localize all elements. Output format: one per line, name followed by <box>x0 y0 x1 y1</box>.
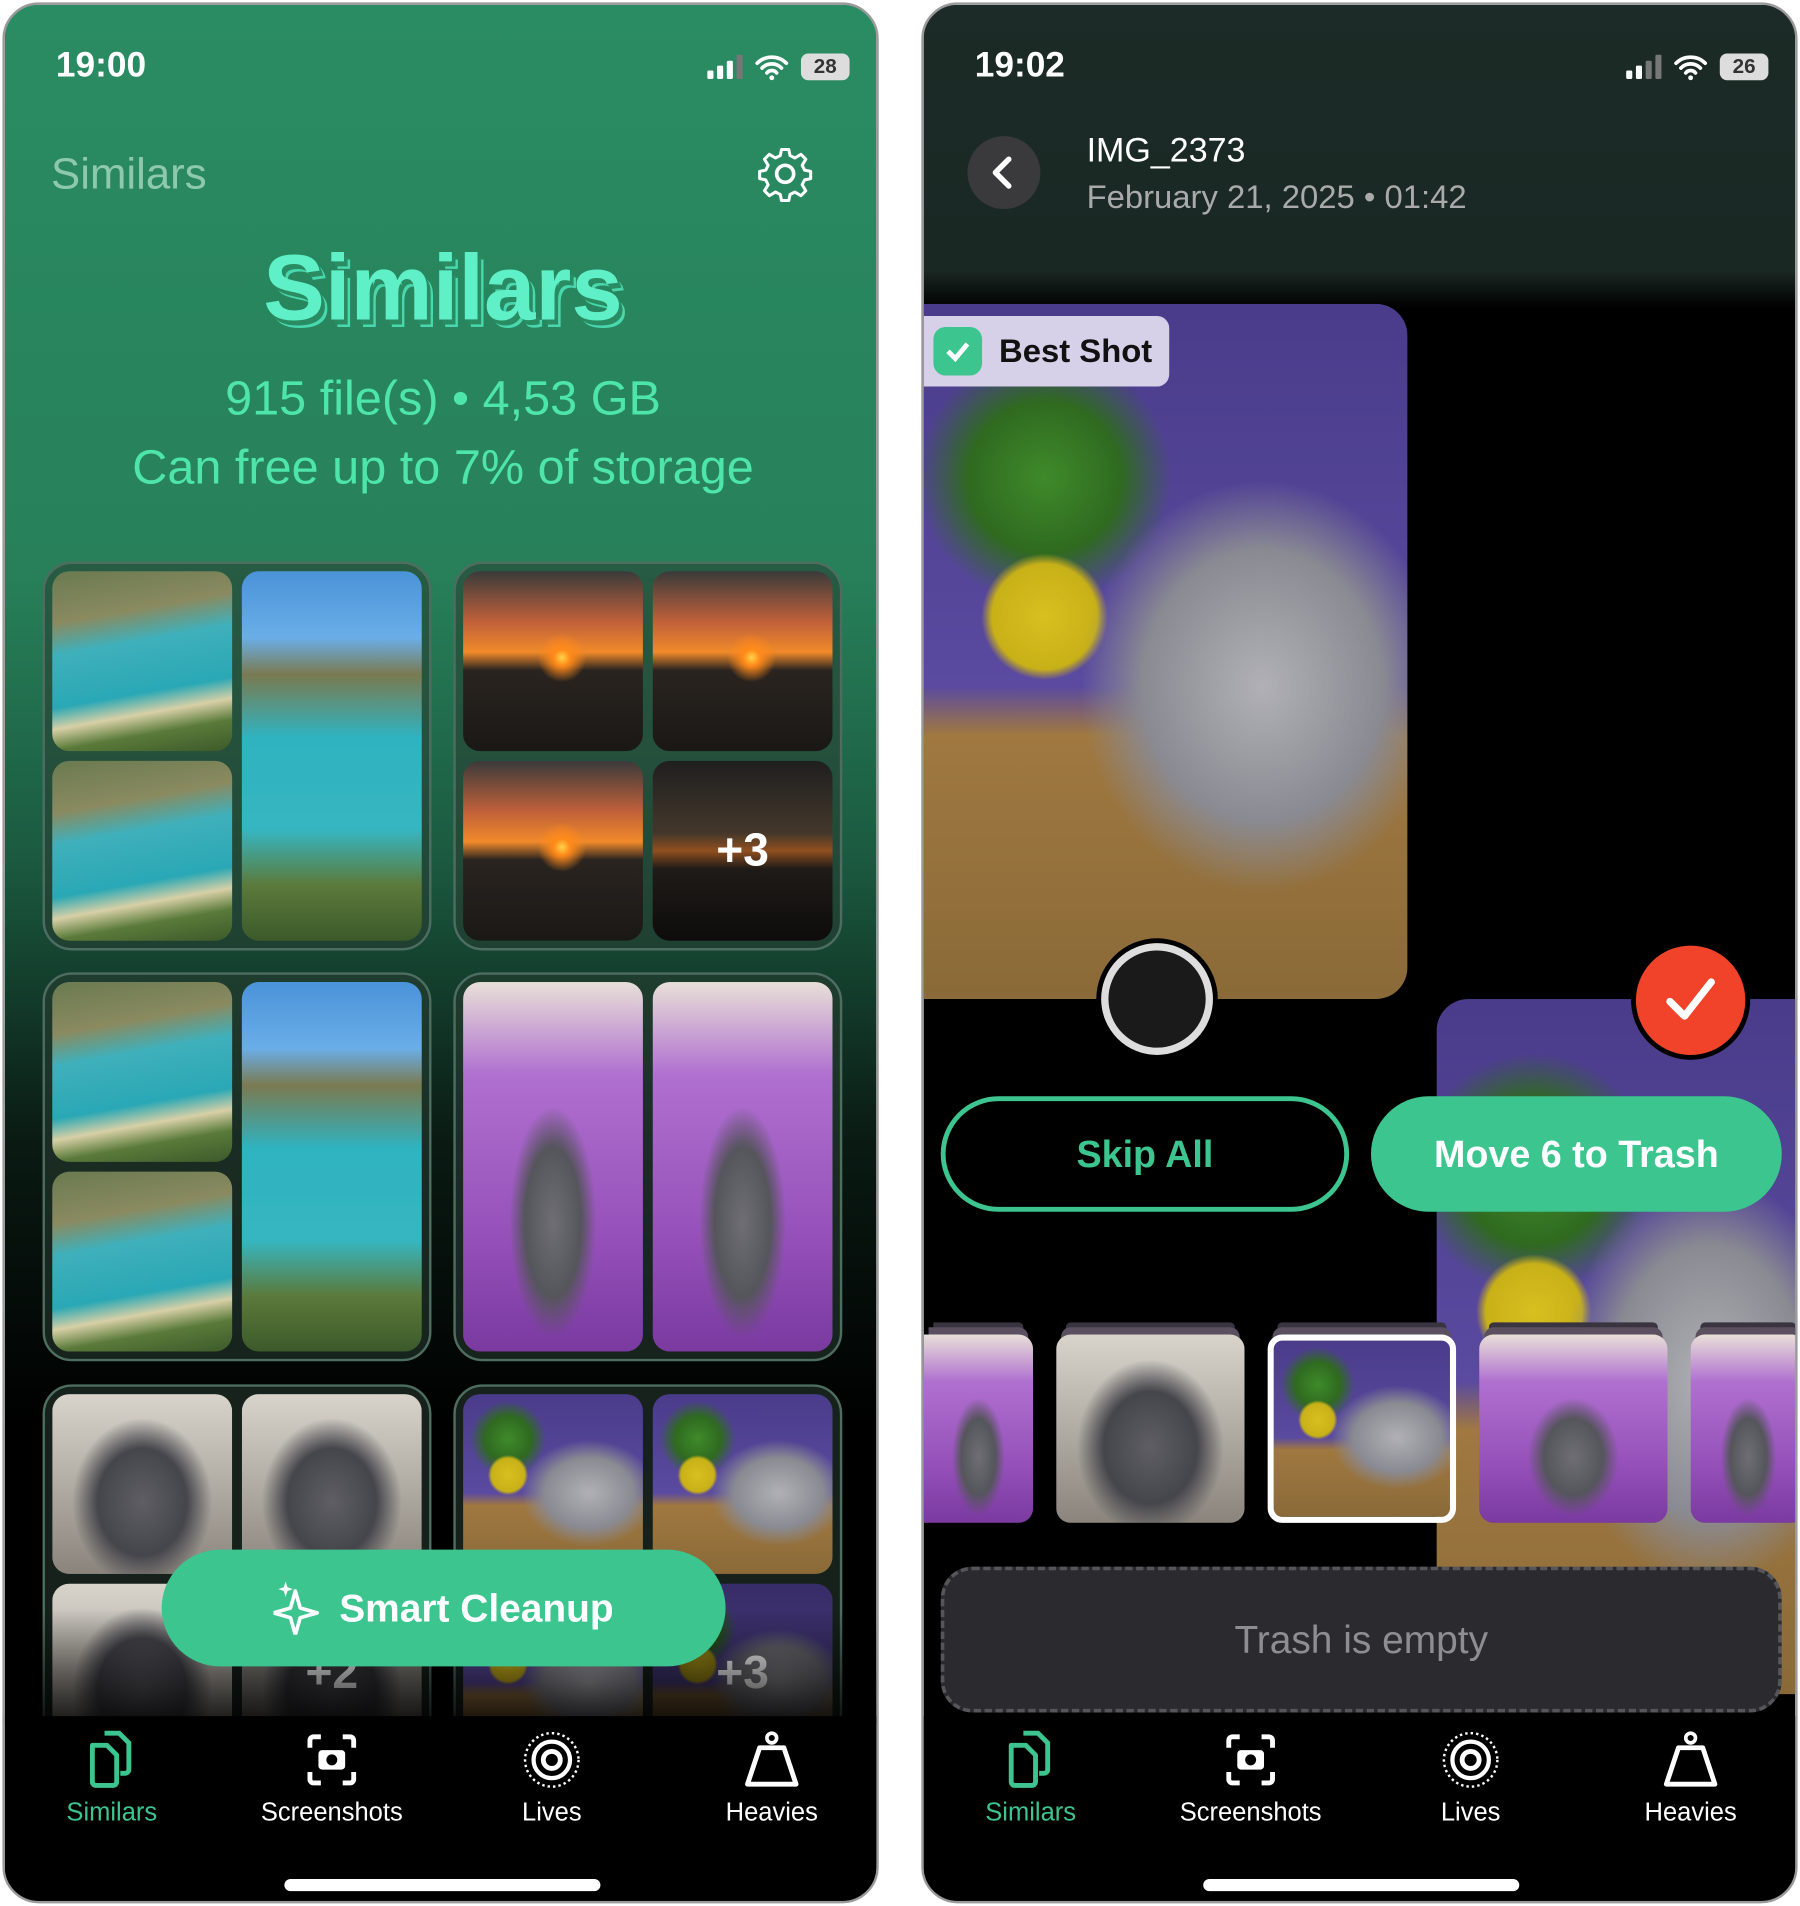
checkmark-icon <box>1666 978 1715 1020</box>
screenshot-icon <box>1226 1734 1275 1786</box>
battery-icon: 28 <box>800 53 850 81</box>
tab-bar: Similars Screenshots Lives Heavies <box>4 1716 877 1901</box>
wifi-icon <box>755 55 789 81</box>
photo-thumbnail <box>52 571 233 752</box>
tab-similars[interactable]: Similars <box>5 1728 221 1828</box>
home-indicator[interactable] <box>1203 1879 1520 1892</box>
group-thumbnail[interactable] <box>1056 1334 1245 1523</box>
tab-bar: Similars Screenshots Lives Heavies <box>923 1716 1796 1901</box>
chevron-left-icon <box>992 156 1012 189</box>
photo-thumbnail <box>652 982 833 1352</box>
group-thumbnail[interactable] <box>1690 1334 1796 1523</box>
smart-cleanup-button[interactable]: Smart Cleanup <box>161 1549 726 1667</box>
select-toggle-unchecked[interactable] <box>1101 943 1213 1055</box>
more-count: +3 <box>652 760 833 941</box>
group-card[interactable]: +3 <box>453 561 843 951</box>
tab-lives[interactable]: Lives <box>442 1728 661 1828</box>
similars-icon <box>89 1730 132 1788</box>
select-toggle-checked[interactable] <box>1631 940 1751 1060</box>
summary-text: 915 file(s) • 4,53 GB <box>225 371 661 426</box>
tab-screenshots[interactable]: Screenshots <box>1141 1728 1360 1828</box>
group-card[interactable] <box>453 972 843 1362</box>
group-card[interactable] <box>42 561 432 951</box>
group-detail-screen: 19:02 26 IMG_2373 February 21, 2025 • 01… <box>921 2 1798 1904</box>
photo-thumbnail <box>241 571 422 941</box>
live-photo-icon <box>523 1731 580 1788</box>
weight-icon <box>1663 1731 1718 1787</box>
photo-thumbnail <box>652 571 833 752</box>
photo-thumbnail <box>463 571 643 752</box>
skip-all-button[interactable]: Skip All <box>940 1096 1350 1212</box>
photo-thumbnail <box>52 1171 233 1352</box>
photo-thumbnail <box>241 1394 422 1574</box>
group-thumbnail[interactable] <box>923 1334 1034 1523</box>
photo-thumbnail <box>52 982 233 1162</box>
photo-thumbnail: +3 <box>652 760 833 941</box>
gear-icon[interactable] <box>756 145 814 203</box>
tab-similars[interactable]: Similars <box>924 1728 1140 1828</box>
weight-icon <box>745 1731 799 1787</box>
move-to-trash-button[interactable]: Move 6 to Trash <box>1370 1096 1782 1212</box>
photo-thumbnail <box>52 1394 233 1574</box>
status-icons: 28 <box>707 53 850 81</box>
signal-icon <box>1626 54 1662 80</box>
tab-heavies[interactable]: Heavies <box>662 1728 876 1828</box>
signal-icon <box>707 54 743 80</box>
photo-thumbnail <box>241 982 422 1352</box>
screenshot-icon <box>307 1734 357 1786</box>
photo-thumbnail <box>463 1394 643 1574</box>
photo-thumbnail <box>463 760 643 941</box>
verified-check-icon <box>933 326 983 376</box>
sparkle-icon <box>273 1581 320 1635</box>
photo-thumbnail <box>52 760 233 941</box>
best-shot-badge: Best Shot <box>923 316 1170 387</box>
live-photo-icon <box>1442 1731 1499 1788</box>
status-time: 19:00 <box>55 46 147 86</box>
tab-heavies[interactable]: Heavies <box>1581 1728 1795 1828</box>
group-thumbnail[interactable] <box>1479 1334 1668 1523</box>
home-indicator[interactable] <box>284 1879 601 1892</box>
photo-thumbnail <box>463 982 643 1352</box>
back-button[interactable] <box>967 136 1041 210</box>
status-icons: 26 <box>1626 53 1769 81</box>
file-date: February 21, 2025 • 01:42 <box>1086 178 1467 216</box>
smart-cleanup-label: Smart Cleanup <box>339 1585 614 1630</box>
battery-icon: 26 <box>1719 53 1769 81</box>
nav-title: Similars <box>51 148 207 199</box>
similars-screen: 19:00 28 Similars Similars 915 file(s) •… <box>2 2 879 1904</box>
photo-thumbnail <box>652 1394 833 1574</box>
group-card[interactable] <box>42 972 432 1362</box>
similars-icon <box>1008 1730 1051 1788</box>
photo-preview-best[interactable] <box>923 303 1408 1000</box>
savings-text: Can free up to 7% of storage <box>132 441 754 495</box>
file-name: IMG_2373 <box>1086 131 1246 169</box>
trash-drop-zone[interactable]: Trash is empty <box>940 1566 1782 1713</box>
hero-title: Similars <box>263 237 623 341</box>
tab-lives[interactable]: Lives <box>1361 1728 1580 1828</box>
wifi-icon <box>1674 55 1708 81</box>
status-time: 19:02 <box>974 46 1065 86</box>
group-thumbnail-current[interactable] <box>1267 1334 1457 1523</box>
tab-screenshots[interactable]: Screenshots <box>222 1728 441 1828</box>
